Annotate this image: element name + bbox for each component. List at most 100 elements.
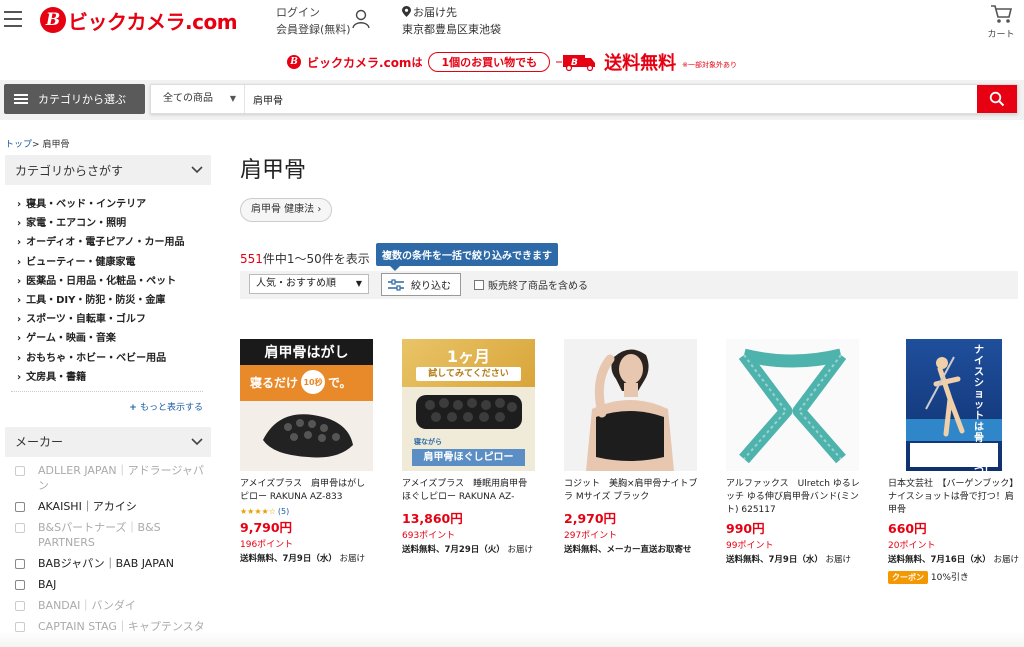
product-price: 990円 bbox=[726, 521, 765, 536]
breadcrumb-home[interactable]: トップ bbox=[5, 140, 32, 150]
free-shipping-banner[interactable]: B ビックカメラ.com は 1個のお買い物でも B 送料無料 ※一部対象外あり bbox=[0, 50, 1024, 74]
breadcrumb-separator: > bbox=[32, 140, 40, 150]
product-name[interactable]: 日本文芸社 【バーゲンブック】ナイスショットは骨で打つ！肩甲骨 bbox=[888, 478, 1022, 517]
sort-toolbar: 人気・おすすめ順 ▼ 絞り込む 販売終了商品を含める bbox=[240, 271, 1018, 299]
category-item[interactable]: ゲーム・映画・音楽 bbox=[17, 329, 211, 348]
result-range: 件中1～50件を表示 bbox=[262, 252, 370, 266]
maker-checkbox[interactable] bbox=[15, 501, 25, 512]
show-more-link[interactable]: + もっと表示する bbox=[11, 390, 203, 417]
maker-option[interactable]: ADLLER JAPAN｜アドラージャパン bbox=[15, 463, 211, 493]
product-image[interactable] bbox=[726, 339, 859, 471]
category-item[interactable]: オーディオ・電子ピアノ・カー用品 bbox=[17, 233, 211, 252]
menu-icon[interactable] bbox=[4, 11, 22, 27]
maker-checkbox[interactable] bbox=[15, 558, 25, 569]
user-icon[interactable] bbox=[352, 9, 370, 29]
chevron-down-icon bbox=[191, 166, 203, 174]
maker-label: ADLLER JAPAN｜アドラージャパン bbox=[38, 463, 204, 492]
review-count[interactable]: (5) bbox=[278, 507, 289, 516]
breadcrumb: トップ> 肩甲骨 bbox=[5, 137, 69, 150]
shipping-date: 送料無料、7月29日（火） bbox=[402, 545, 505, 555]
category-item[interactable]: ビューティー・健康家電 bbox=[17, 253, 211, 272]
filter-label: 絞り込む bbox=[411, 281, 451, 292]
caret-down-icon: ▼ bbox=[229, 94, 236, 103]
product-card[interactable]: コジット 美胸×肩甲骨ナイトブラ Mサイズ ブラック 2,970円 297ポイン… bbox=[564, 339, 698, 557]
star-icons: ★★★★☆ bbox=[240, 507, 276, 516]
maker-option[interactable]: BANDAI｜バンダイ bbox=[15, 598, 211, 613]
banner-condition: 1個のお買い物でも bbox=[428, 52, 551, 72]
search-input[interactable] bbox=[245, 85, 977, 113]
maker-option[interactable]: BAJ bbox=[15, 577, 211, 592]
maker-heading[interactable]: メーカー bbox=[5, 426, 211, 457]
book-title-text: ナイスショットは骨で打つ！ bbox=[974, 345, 994, 471]
banner-particle: は bbox=[411, 56, 423, 69]
category-heading[interactable]: カテゴリからさがす bbox=[5, 155, 211, 185]
chevron-right-icon: › bbox=[317, 204, 322, 215]
maker-checkbox[interactable] bbox=[15, 522, 25, 533]
maker-option[interactable]: BABジャパン｜BAB JAPAN bbox=[15, 556, 211, 571]
category-item[interactable]: 家電・エアコン・照明 bbox=[17, 214, 211, 233]
delivery-destination[interactable]: お届け先 東京都豊島区東池袋 bbox=[402, 4, 501, 38]
product-image[interactable]: 肩甲骨はがし 寝るだけ 10秒 で。 bbox=[240, 339, 373, 471]
filter-tooltip: 複数の条件を一括で絞り込みできます bbox=[376, 243, 558, 271]
category-item[interactable]: おもちゃ・ホビー・ベビー用品 bbox=[17, 349, 211, 368]
category-item[interactable]: 工具・DIY・防犯・防災・金庫 bbox=[17, 291, 211, 310]
include-ended-checkbox[interactable] bbox=[474, 279, 484, 290]
band-illustration bbox=[738, 348, 847, 464]
shipping-info: 送料無料、7月9日（水） お届け bbox=[726, 554, 860, 567]
logo-mark: B bbox=[40, 7, 66, 33]
maker-checkbox[interactable] bbox=[15, 600, 25, 611]
product-image-text: 10秒 bbox=[301, 370, 326, 394]
result-total: 551 bbox=[240, 252, 263, 266]
list-icon bbox=[14, 92, 28, 106]
maker-option[interactable]: AKAISHI｜アカイシ bbox=[15, 499, 211, 514]
include-ended-toggle[interactable]: 販売終了商品を含める bbox=[474, 277, 588, 292]
cart-label: カート bbox=[987, 30, 1015, 40]
product-image[interactable] bbox=[564, 339, 697, 471]
site-header: B ビックカメラ.com ログイン 会員登録(無料) お届け先 東京都豊島区東池… bbox=[0, 0, 1024, 46]
maker-checkbox[interactable] bbox=[15, 465, 25, 476]
product-image-text: 寝るだけ bbox=[250, 375, 299, 390]
product-card[interactable]: 1ヶ月 試してみてください 寝ながら 肩甲骨ほぐしピロー アメイズプラス 睡眠用… bbox=[402, 339, 536, 557]
maker-label: AKAISHI｜アカイシ bbox=[38, 499, 137, 513]
cart-button[interactable]: カート bbox=[986, 4, 1016, 40]
product-card[interactable]: アルファックス Ulretch ゆるレッチ ゆる伸び肩甲骨バンド(ミント) 62… bbox=[726, 339, 860, 567]
maker-option[interactable]: B&Sパートナーズ｜B&S PARTNERS bbox=[15, 520, 211, 550]
category-item[interactable]: スポーツ・自転車・ゴルフ bbox=[17, 310, 211, 329]
product-name[interactable]: アメイズプラス 睡眠用肩甲骨ほぐしピロー RAKUNA AZ-1108 bbox=[402, 478, 536, 504]
chevron-down-icon bbox=[191, 438, 203, 446]
category-select-button[interactable]: カテゴリから選ぶ bbox=[4, 84, 145, 114]
product-name[interactable]: コジット 美胸×肩甲骨ナイトブラ Mサイズ ブラック bbox=[564, 478, 698, 504]
product-name[interactable]: アルファックス Ulretch ゆるレッチ ゆる伸び肩甲骨バンド(ミント) 62… bbox=[726, 478, 860, 517]
search-scope-select[interactable]: 全ての商品 ▼ bbox=[151, 85, 245, 113]
maker-checkbox[interactable] bbox=[15, 579, 25, 590]
site-logo[interactable]: B ビックカメラ.com bbox=[40, 6, 238, 34]
page-fade bbox=[0, 632, 1024, 647]
product-price: 660円 bbox=[888, 521, 927, 536]
product-image[interactable]: ナイスショットは骨で打つ！ bbox=[888, 339, 1021, 471]
product-image-text: 肩甲骨ほぐしピロー bbox=[412, 449, 525, 466]
pillow-illustration bbox=[416, 395, 522, 429]
product-name[interactable]: アメイズプラス 肩甲骨はがしピロー RAKUNA AZ-833 bbox=[240, 478, 374, 504]
show-more-label: もっと表示する bbox=[139, 402, 203, 413]
sort-select[interactable]: 人気・おすすめ順 ▼ bbox=[249, 274, 369, 294]
category-item[interactable]: 寝具・ベッド・インテリア bbox=[17, 195, 211, 214]
coupon-line: クーポン 10%引き bbox=[888, 567, 1022, 584]
rating-stars: ★★★★☆ (5) bbox=[240, 507, 374, 516]
product-image[interactable]: 1ヶ月 試してみてください 寝ながら 肩甲骨ほぐしピロー bbox=[402, 339, 535, 471]
filter-button[interactable]: 絞り込む bbox=[381, 273, 461, 296]
product-card[interactable]: ナイスショットは骨で打つ！ 日本文芸社 【バーゲンブック】ナイスショットは骨で打… bbox=[888, 339, 1022, 584]
maker-checkbox[interactable] bbox=[15, 621, 25, 632]
product-points: 20ポイント bbox=[888, 541, 936, 551]
search-button[interactable] bbox=[977, 85, 1017, 113]
category-item[interactable]: 文房具・書籍 bbox=[17, 368, 211, 387]
maker-label: BABジャパン｜BAB JAPAN bbox=[38, 556, 174, 570]
related-search-chip[interactable]: 肩甲骨 健康法 › bbox=[240, 198, 333, 222]
product-points: 693ポイント bbox=[402, 531, 456, 541]
category-item[interactable]: 医薬品・日用品・化粧品・ペット bbox=[17, 272, 211, 291]
shipping-info: 送料無料、メーカー直送お取寄せ bbox=[564, 544, 698, 557]
maker-label: BANDAI｜バンダイ bbox=[38, 598, 136, 612]
product-card[interactable]: 肩甲骨はがし 寝るだけ 10秒 で。 アメイズプラス 肩甲骨はがしピロー RAK… bbox=[240, 339, 374, 566]
login-link[interactable]: ログイン 会員登録(無料) bbox=[276, 4, 351, 38]
coupon-badge[interactable]: クーポン bbox=[888, 571, 928, 584]
search-box: 全ての商品 ▼ bbox=[150, 84, 1018, 114]
